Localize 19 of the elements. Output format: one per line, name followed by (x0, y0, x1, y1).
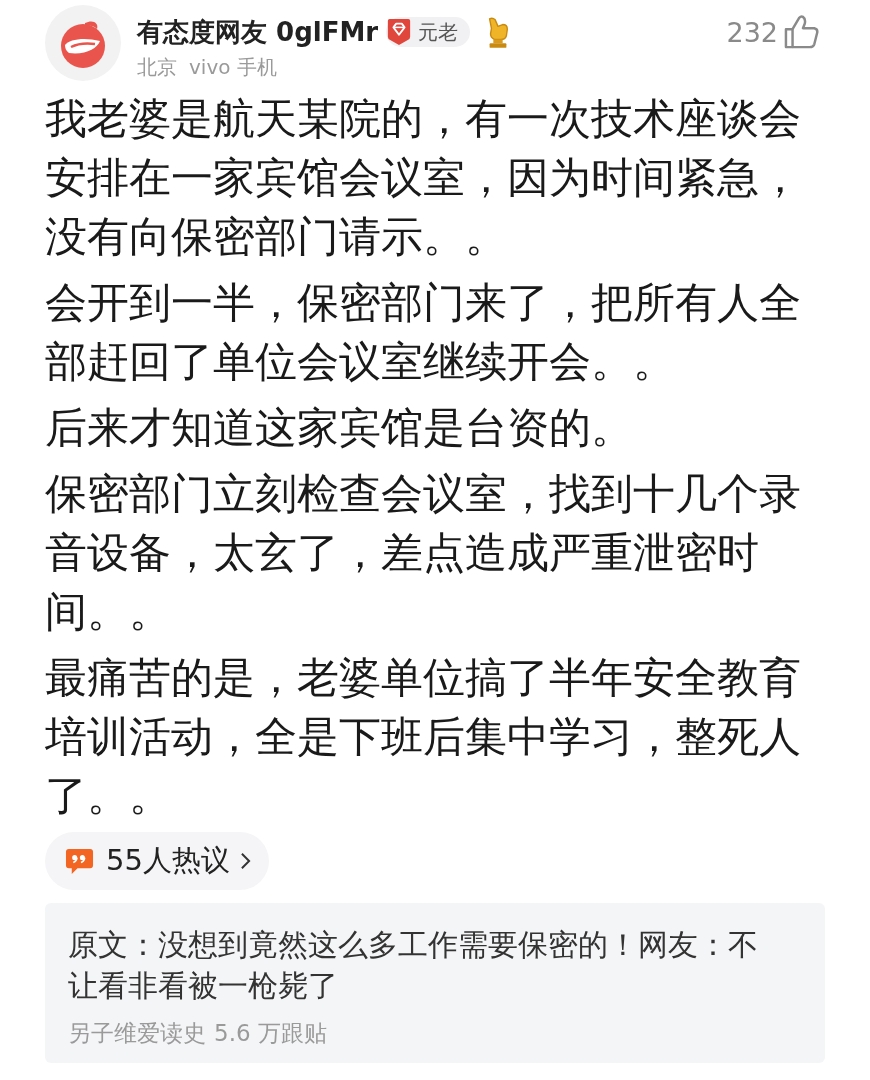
chevron-right-icon (239, 852, 251, 870)
quoted-article-card[interactable]: 原文：没想到竟然这么多工作需要保密的！网友：不让看非看被一枪毙了 另子维爱读史 5.6 万跟贴 (45, 903, 825, 1063)
post-paragraph: 最痛苦的是，老婆单位搞了半年安全教育培训活动，全是下班后集中学习，整死人了。。 (45, 652, 802, 822)
avatar-icon[interactable] (45, 5, 121, 81)
location-label: 北京 (137, 54, 177, 81)
post-paragraph: 会开到一半，保密部门来了，把所有人全部赶回了单位会议室继续开会。。 (45, 277, 802, 388)
post-paragraph: 我老婆是航天某院的，有一次技术座谈会安排在一家宾馆会议室，因为时间紧急，没有向保密部门请示。。 (45, 93, 802, 263)
comments-button[interactable]: 55人热议 (45, 832, 269, 890)
thumbs-up-icon (784, 15, 820, 49)
publisher-name: 另子维爱读史 (68, 1019, 206, 1048)
device-label: vivo 手机 (189, 54, 277, 81)
article-title: 原文：没想到竟然这么多工作需要保密的！网友：不让看非看被一枪毙了 (68, 926, 759, 1005)
gem-icon (386, 18, 413, 46)
author-name[interactable]: 有态度网友 0glFMr (137, 14, 379, 50)
badge-label: 元老 (418, 18, 459, 46)
post-paragraph: 保密部门立刻检查会议室，找到十几个录音设备，太玄了，差点造成严重泄密时间。。 (45, 468, 802, 638)
followup-count: 5.6 万跟贴 (214, 1019, 327, 1048)
post-paragraph: 后来才知道这家宾馆是台资的。 (45, 402, 634, 454)
comment-bubble-icon (65, 846, 94, 876)
